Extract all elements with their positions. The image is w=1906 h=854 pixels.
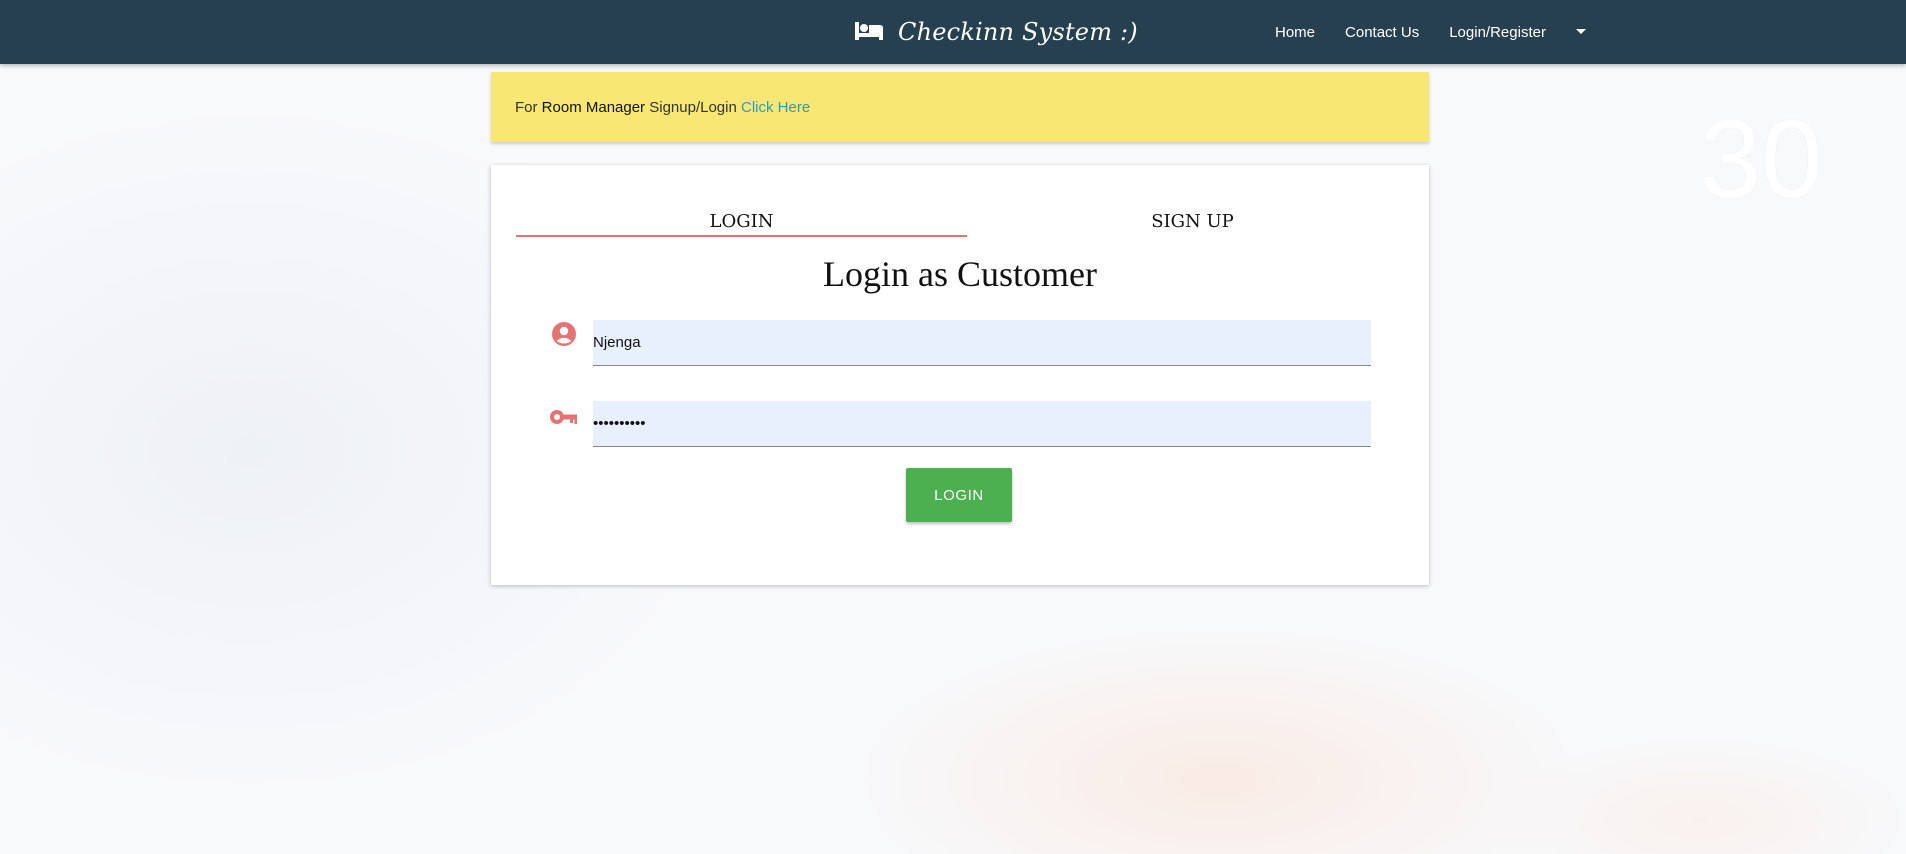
alert-prefix: For — [515, 98, 538, 116]
background-watermark: 30 — [1700, 98, 1823, 221]
brand[interactable]: Checkinn System :) — [854, 0, 1138, 64]
login-button[interactable]: Login — [906, 468, 1012, 522]
key-icon — [549, 402, 579, 432]
room-manager-alert: For Room Manager Signup/Login Click Here — [491, 72, 1429, 142]
nav-link-contact-us[interactable]: Contact Us — [1330, 24, 1434, 41]
top-navbar: Checkinn System :) Home Contact Us Login… — [0, 0, 1906, 64]
bed-icon — [854, 19, 884, 46]
form-heading: Login as Customer — [823, 254, 1097, 294]
account-circle-icon — [549, 319, 579, 349]
active-tab-indicator — [516, 235, 967, 237]
nav-link-home[interactable]: Home — [1260, 24, 1330, 41]
alert-suffix: Signup/Login — [649, 98, 737, 116]
login-card: Login Sign Up Login as Customer Login — [491, 165, 1429, 585]
password-field[interactable] — [593, 401, 1371, 447]
auth-tabs: Login Sign Up — [516, 195, 1418, 247]
username-field[interactable] — [593, 320, 1371, 366]
brand-title: Checkinn System :) — [898, 18, 1138, 46]
click-here-link[interactable]: Click Here — [741, 99, 810, 116]
nav-link-login-register[interactable]: Login/Register — [1434, 24, 1561, 41]
tab-sign-up[interactable]: Sign Up — [967, 195, 1418, 247]
nav-menu: Home Contact Us Login/Register — [1260, 0, 1587, 64]
alert-role: Room Manager — [541, 98, 646, 116]
caret-down-icon[interactable] — [1575, 28, 1587, 36]
tab-login[interactable]: Login — [516, 195, 967, 247]
